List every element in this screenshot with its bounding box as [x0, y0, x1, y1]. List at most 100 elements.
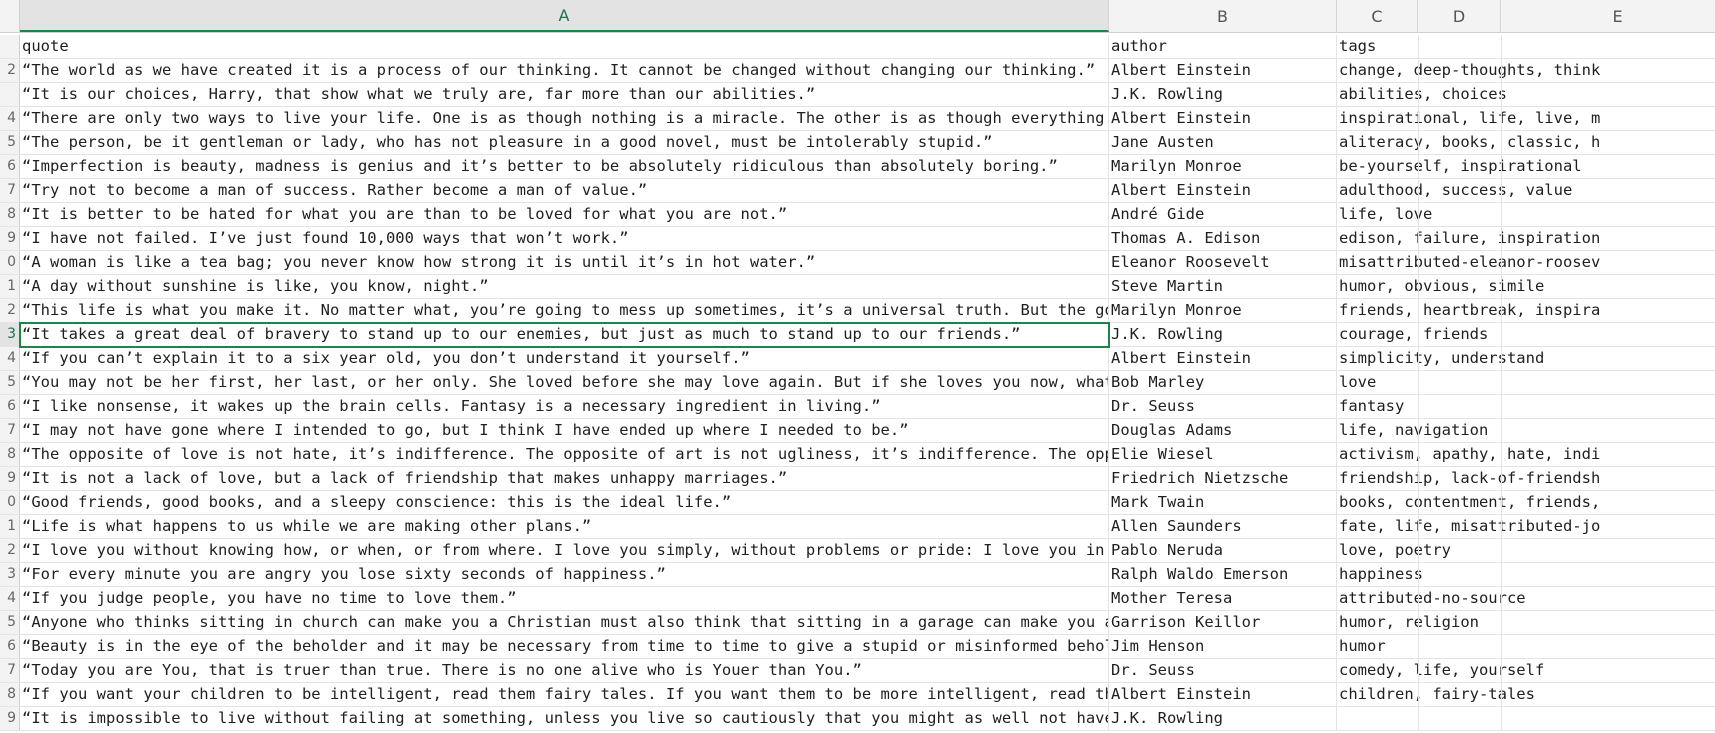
cell-tags[interactable]: edison, failure, inspiration: [1337, 227, 1715, 250]
row-number[interactable]: 4: [0, 107, 20, 130]
row-number[interactable]: 1: [0, 515, 20, 538]
cell-tags[interactable]: be-yourself, inspirational: [1337, 155, 1715, 178]
cell-tags[interactable]: inspirational, life, live, m: [1337, 107, 1715, 130]
row-number[interactable]: 8: [0, 203, 20, 226]
column-header-b[interactable]: B: [1109, 0, 1337, 32]
cell-tags[interactable]: misattributed-eleanor-roosev: [1337, 251, 1715, 274]
cell-author[interactable]: Friedrich Nietzsche: [1109, 467, 1337, 490]
row-number[interactable]: 9: [0, 227, 20, 250]
row-number[interactable]: 5: [0, 611, 20, 634]
cell-tags[interactable]: love, poetry: [1337, 539, 1715, 562]
cell-quote[interactable]: “It is better to be hated for what you a…: [20, 203, 1109, 226]
cell-tags[interactable]: abilities, choices: [1337, 83, 1715, 106]
cell-quote[interactable]: “I may not have gone where I intended to…: [20, 419, 1109, 442]
cell-quote[interactable]: “This life is what you make it. No matte…: [20, 299, 1109, 322]
cell-quote[interactable]: “The opposite of love is not hate, it’s …: [20, 443, 1109, 466]
cell-tags[interactable]: attributed-no-source: [1337, 587, 1715, 610]
cell-author[interactable]: Garrison Keillor: [1109, 611, 1337, 634]
row-number[interactable]: 4: [0, 587, 20, 610]
cell-author[interactable]: author: [1109, 35, 1337, 58]
cell-author[interactable]: Eleanor Roosevelt: [1109, 251, 1337, 274]
cell-tags[interactable]: activism, apathy, hate, indi: [1337, 443, 1715, 466]
row-number[interactable]: 9: [0, 467, 20, 490]
column-header-e[interactable]: E: [1501, 0, 1715, 32]
row-number[interactable]: 2: [0, 539, 20, 562]
cell-author[interactable]: Bob Marley: [1109, 371, 1337, 394]
cell-tags[interactable]: aliteracy, books, classic, h: [1337, 131, 1715, 154]
cell-tags[interactable]: love: [1337, 371, 1715, 394]
cell-quote[interactable]: “I have not failed. I’ve just found 10,0…: [20, 227, 1109, 250]
cell-quote[interactable]: “Imperfection is beauty, madness is geni…: [20, 155, 1109, 178]
row-number[interactable]: 8: [0, 443, 20, 466]
row-number[interactable]: [0, 83, 20, 106]
cell-quote[interactable]: “There are only two ways to live your li…: [20, 107, 1109, 130]
cell-author[interactable]: Douglas Adams: [1109, 419, 1337, 442]
cell-author[interactable]: Dr. Seuss: [1109, 395, 1337, 418]
cell-quote[interactable]: “If you can’t explain it to a six year o…: [20, 347, 1109, 370]
row-number[interactable]: 6: [0, 155, 20, 178]
row-number[interactable]: 7: [0, 659, 20, 682]
cell-author[interactable]: Mother Teresa: [1109, 587, 1337, 610]
cell-author[interactable]: Mark Twain: [1109, 491, 1337, 514]
cell-quote[interactable]: “I love you without knowing how, or when…: [20, 539, 1109, 562]
cell-author[interactable]: Albert Einstein: [1109, 347, 1337, 370]
cell-tags[interactable]: change, deep-thoughts, think: [1337, 59, 1715, 82]
cell-tags[interactable]: tags: [1337, 35, 1715, 58]
cell-tags[interactable]: friendship, lack-of-friendsh: [1337, 467, 1715, 490]
row-number[interactable]: 3: [0, 323, 20, 346]
column-header-a[interactable]: A: [20, 0, 1109, 32]
row-number[interactable]: 7: [0, 179, 20, 202]
row-number[interactable]: 6: [0, 395, 20, 418]
select-all-corner[interactable]: [0, 0, 20, 32]
cell-quote[interactable]: “Today you are You, that is truer than t…: [20, 659, 1109, 682]
cell-quote[interactable]: “I like nonsense, it wakes up the brain …: [20, 395, 1109, 418]
cell-author[interactable]: Marilyn Monroe: [1109, 299, 1337, 322]
cell-quote[interactable]: “A day without sunshine is like, you kno…: [20, 275, 1109, 298]
row-number[interactable]: 2: [0, 299, 20, 322]
cell-quote[interactable]: “The world as we have created it is a pr…: [20, 59, 1109, 82]
cell-quote[interactable]: “It is impossible to live without failin…: [20, 707, 1109, 730]
cell-tags[interactable]: fate, life, misattributed-jo: [1337, 515, 1715, 538]
cell-quote[interactable]: “Life is what happens to us while we are…: [20, 515, 1109, 538]
cell-quote[interactable]: quote: [20, 35, 1109, 58]
cell-quote[interactable]: “Good friends, good books, and a sleepy …: [20, 491, 1109, 514]
cell-quote[interactable]: “The person, be it gentleman or lady, wh…: [20, 131, 1109, 154]
row-number[interactable]: 6: [0, 635, 20, 658]
cell-author[interactable]: J.K. Rowling: [1109, 83, 1337, 106]
cell-author[interactable]: J.K. Rowling: [1109, 707, 1337, 730]
cell-tags[interactable]: courage, friends: [1337, 323, 1715, 346]
cell-quote[interactable]: “If you judge people, you have no time t…: [20, 587, 1109, 610]
cell-tags[interactable]: happiness: [1337, 563, 1715, 586]
cell-quote[interactable]: “Try not to become a man of success. Rat…: [20, 179, 1109, 202]
cell-quote[interactable]: “For every minute you are angry you lose…: [20, 563, 1109, 586]
row-number[interactable]: 1: [0, 275, 20, 298]
row-number[interactable]: 0: [0, 491, 20, 514]
cell-tags[interactable]: books, contentment, friends,: [1337, 491, 1715, 514]
cell-author[interactable]: Albert Einstein: [1109, 683, 1337, 706]
cell-author[interactable]: Steve Martin: [1109, 275, 1337, 298]
cell-quote[interactable]: “You may not be her first, her last, or …: [20, 371, 1109, 394]
cell-tags[interactable]: life, navigation: [1337, 419, 1715, 442]
column-header-c[interactable]: C: [1337, 0, 1418, 32]
cell-author[interactable]: Thomas A. Edison: [1109, 227, 1337, 250]
cell-author[interactable]: Albert Einstein: [1109, 179, 1337, 202]
cell-tags[interactable]: children, fairy-tales: [1337, 683, 1715, 706]
cell-author[interactable]: Elie Wiesel: [1109, 443, 1337, 466]
row-number[interactable]: 4: [0, 347, 20, 370]
column-header-d[interactable]: D: [1418, 0, 1501, 32]
cell-author[interactable]: Pablo Neruda: [1109, 539, 1337, 562]
cell-quote[interactable]: “Beauty is in the eye of the beholder an…: [20, 635, 1109, 658]
cell-author[interactable]: Marilyn Monroe: [1109, 155, 1337, 178]
cell-author[interactable]: Ralph Waldo Emerson: [1109, 563, 1337, 586]
cell-quote[interactable]: “It takes a great deal of bravery to sta…: [20, 323, 1109, 346]
row-number[interactable]: 9: [0, 707, 20, 730]
cell-author[interactable]: Albert Einstein: [1109, 107, 1337, 130]
row-number[interactable]: 5: [0, 371, 20, 394]
cell-tags[interactable]: life, love: [1337, 203, 1715, 226]
row-number[interactable]: 8: [0, 683, 20, 706]
cell-tags[interactable]: humor: [1337, 635, 1715, 658]
cell-quote[interactable]: “It is not a lack of love, but a lack of…: [20, 467, 1109, 490]
cell-quote[interactable]: “It is our choices, Harry, that show wha…: [20, 83, 1109, 106]
cell-author[interactable]: Jane Austen: [1109, 131, 1337, 154]
row-number[interactable]: 7: [0, 419, 20, 442]
